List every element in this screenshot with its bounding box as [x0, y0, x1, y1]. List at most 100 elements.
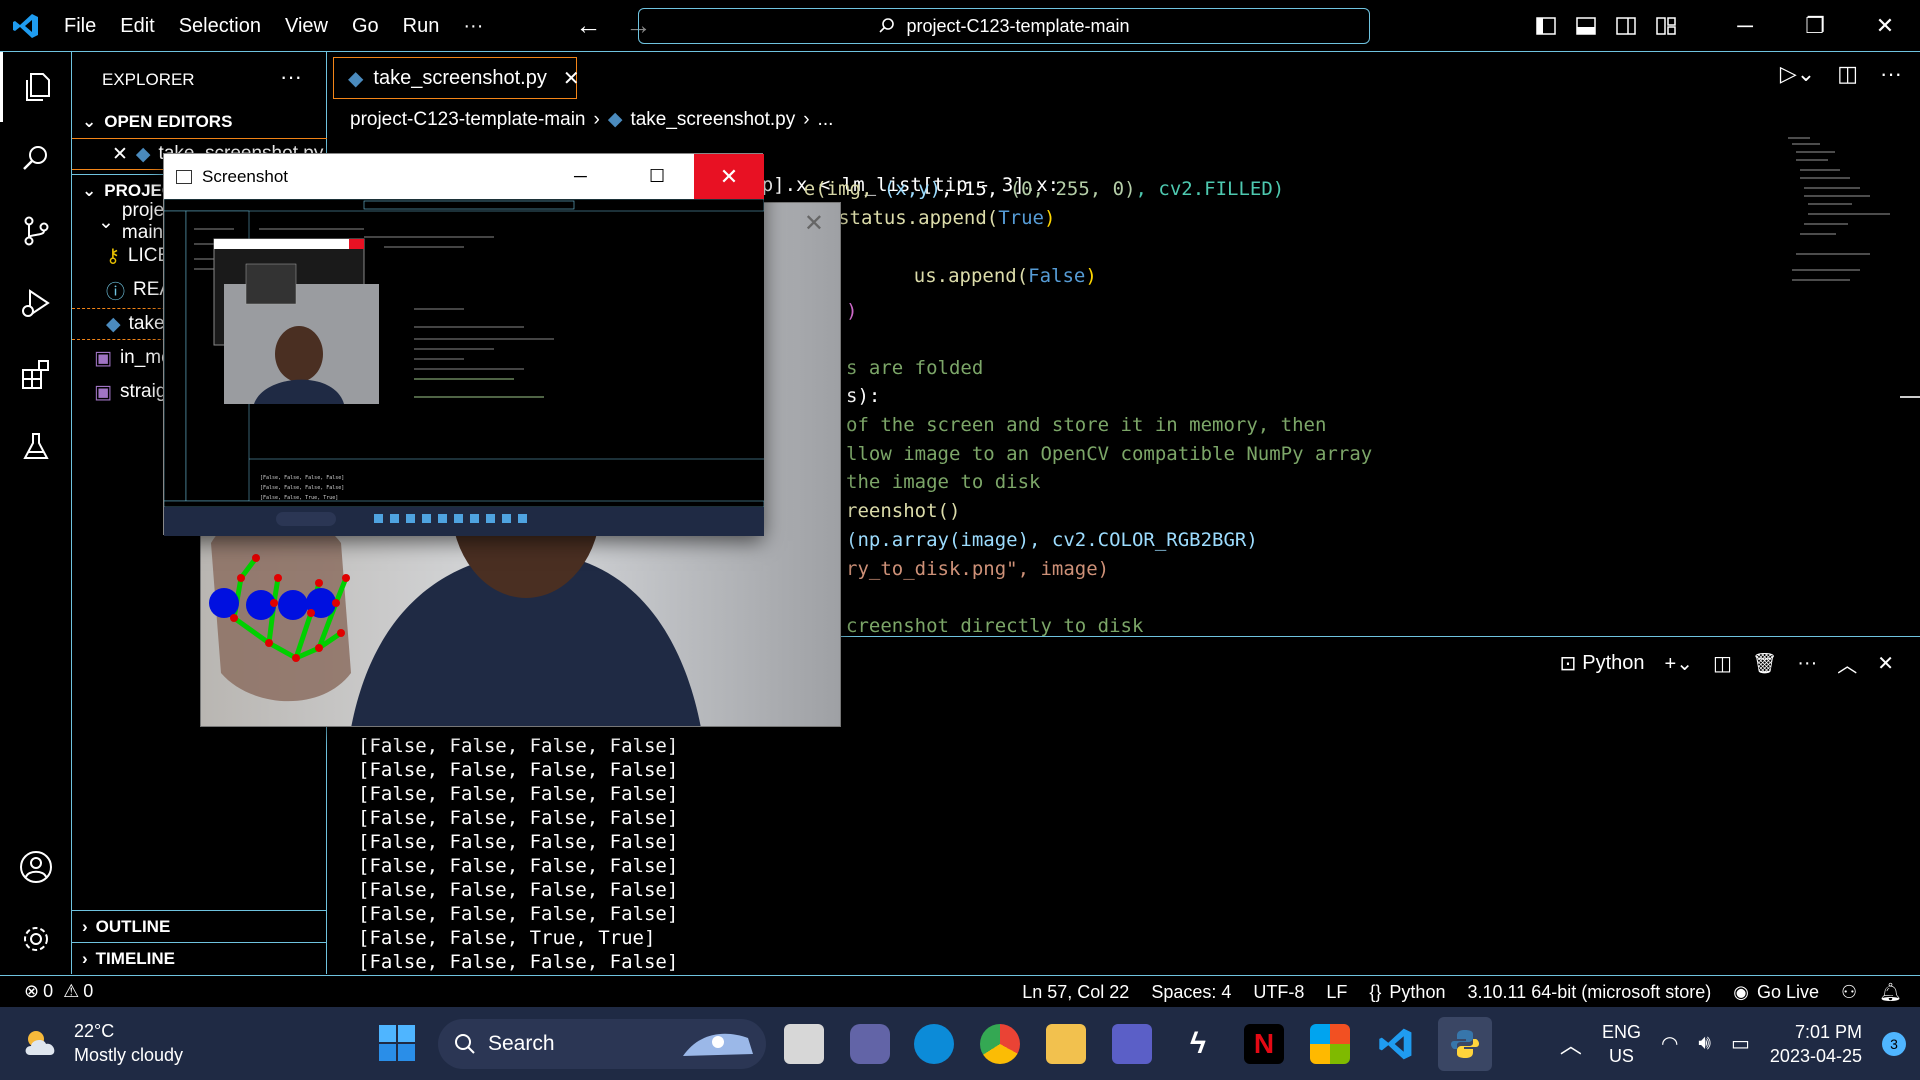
outline-label: OUTLINE: [95, 916, 171, 936]
taskbar-search[interactable]: Search: [438, 1019, 766, 1069]
language-mode[interactable]: Python: [1389, 982, 1445, 1003]
language-code: ENG: [1601, 1021, 1641, 1042]
scrollbar-indicator[interactable]: [1900, 396, 1920, 398]
minimize-icon[interactable]: ─: [1710, 0, 1780, 52]
toggle-secondary-sidebar-icon[interactable]: [1606, 0, 1646, 52]
editor-more-icon[interactable]: ···: [1880, 61, 1902, 87]
settings-gear-icon[interactable]: [0, 904, 72, 974]
command-center-text: project-C123-template-main: [906, 15, 1130, 36]
split-editor-icon[interactable]: ◫: [1837, 61, 1858, 87]
warnings-icon[interactable]: ⚠: [63, 981, 79, 1002]
run-debug-icon[interactable]: [0, 268, 72, 338]
kill-terminal-icon[interactable]: 🗑: [1752, 651, 1777, 676]
notifications-bell-icon[interactable]: 🔔︎: [1879, 982, 1902, 1003]
show-hidden-icons-chevron[interactable]: ︿: [1560, 1028, 1582, 1060]
new-terminal-icon[interactable]: +⌄: [1665, 651, 1693, 676]
region-code: US: [1608, 1045, 1634, 1066]
menu-selection[interactable]: Selection: [167, 0, 273, 52]
customize-layout-icon[interactable]: [1646, 0, 1686, 52]
outline-section[interactable]: › OUTLINE: [72, 910, 327, 942]
file-explorer-icon[interactable]: [1046, 1024, 1086, 1064]
menu-more[interactable]: ···: [451, 0, 495, 52]
go-live-button[interactable]: Go Live: [1757, 982, 1819, 1003]
menu-view[interactable]: View: [273, 0, 340, 52]
terminal-output-line: [False, False, False, False]: [358, 735, 679, 757]
accounts-icon[interactable]: [0, 832, 72, 902]
code-line: creenshot directly to disk: [846, 615, 1144, 636]
breadcrumb-folder[interactable]: project-C123-template-main: [350, 109, 586, 131]
start-button[interactable]: [378, 1024, 416, 1067]
chrome-icon[interactable]: [980, 1024, 1020, 1064]
menu-edit[interactable]: Edit: [108, 0, 166, 52]
python-interpreter[interactable]: 3.10.11 64-bit (microsoft store): [1467, 982, 1711, 1003]
clipchamp-icon[interactable]: [1112, 1024, 1152, 1064]
menu-run[interactable]: Run: [391, 0, 452, 52]
warnings-count[interactable]: 0: [83, 981, 93, 1002]
restore-icon[interactable]: ❐: [1780, 0, 1850, 52]
close-icon[interactable]: ✕: [1850, 0, 1920, 52]
breadcrumb-symbol[interactable]: ...: [818, 109, 834, 131]
minimap[interactable]: [1780, 130, 1900, 310]
microsoft-store-icon[interactable]: [1310, 1024, 1350, 1064]
chevron-right-icon: ›: [82, 948, 88, 968]
menu-file[interactable]: File: [52, 0, 108, 52]
command-center-search[interactable]: project-C123-template-main: [638, 8, 1370, 44]
search-icon: [455, 1034, 475, 1054]
timeline-label: TIMELINE: [95, 948, 176, 968]
notification-badge[interactable]: 3: [1882, 1031, 1906, 1056]
task-view-icon[interactable]: [784, 1024, 824, 1064]
close-tab-icon[interactable]: ✕: [563, 66, 580, 91]
timeline-section[interactable]: › TIMELINE: [72, 942, 327, 974]
menu-go[interactable]: Go: [340, 0, 391, 52]
python-taskbar-icon[interactable]: [1438, 1017, 1492, 1071]
maximize-panel-icon[interactable]: ︿: [1837, 649, 1857, 678]
volume-icon[interactable]: 🔊︎: [1698, 1032, 1711, 1055]
testing-flask-icon[interactable]: [0, 412, 72, 482]
terminal-name[interactable]: Python: [1582, 652, 1644, 675]
close-panel-icon[interactable]: ✕: [1877, 651, 1894, 676]
webcam-close-icon[interactable]: ✕: [804, 209, 824, 238]
terminal-output-line: [False, False, False, False]: [358, 783, 679, 805]
accounts-status-icon[interactable]: ⚇: [1841, 982, 1857, 1003]
cursor-position[interactable]: Ln 57, Col 22: [1022, 982, 1129, 1003]
panel-more-icon[interactable]: ···: [1797, 652, 1817, 675]
source-control-icon[interactable]: [0, 196, 72, 266]
title-bar: File Edit Selection View Go Run ··· ← → …: [0, 0, 1920, 52]
search-icon[interactable]: [0, 124, 72, 194]
terminal-output-line: [False, False, False, False]: [358, 759, 679, 781]
split-terminal-icon[interactable]: ◫: [1713, 651, 1732, 676]
open-editors-section[interactable]: ⌄ OPEN EDITORS: [72, 106, 327, 138]
explorer-icon[interactable]: [0, 52, 72, 122]
toggle-sidebar-icon[interactable]: [1526, 0, 1566, 52]
toggle-panel-icon[interactable]: [1566, 0, 1606, 52]
screenshot-close-icon[interactable]: ✕: [694, 154, 764, 199]
open-editors-label: OPEN EDITORS: [104, 112, 233, 131]
explorer-more-button[interactable]: ···: [280, 64, 302, 90]
run-python-file-icon[interactable]: ▷⌄: [1780, 61, 1815, 87]
edge-browser-icon[interactable]: [914, 1024, 954, 1064]
chevron-right-icon: ›: [593, 108, 600, 130]
encoding[interactable]: UTF-8: [1253, 982, 1304, 1003]
netflix-icon[interactable]: N: [1244, 1024, 1284, 1064]
close-editor-icon[interactable]: ✕: [112, 143, 128, 166]
wifi-icon[interactable]: ◠: [1661, 1031, 1678, 1056]
svg-text:[False, False, False, False]: [False, False, False, False]: [260, 475, 344, 481]
back-arrow-icon[interactable]: ←: [575, 10, 601, 41]
screenshot-window[interactable]: Screenshot ─ ☐ ✕ [False, False, False, F…: [163, 153, 764, 536]
language-indicator[interactable]: ENG US: [1602, 1020, 1641, 1068]
vscode-taskbar-icon[interactable]: [1376, 1024, 1416, 1064]
weather-widget[interactable]: 22°C Mostly cloudy: [22, 1019, 183, 1067]
breadcrumb-file[interactable]: take_screenshot.py: [630, 109, 795, 131]
screenshot-maximize-icon[interactable]: ☐: [649, 166, 665, 187]
errors-count[interactable]: 0: [43, 981, 53, 1002]
battery-icon[interactable]: ▭: [1731, 1031, 1750, 1056]
clock[interactable]: 7:01 PM 2023-04-25: [1770, 1020, 1862, 1068]
lightning-app-icon[interactable]: ϟ: [1178, 1024, 1218, 1064]
end-of-line[interactable]: LF: [1326, 982, 1347, 1003]
indentation[interactable]: Spaces: 4: [1151, 982, 1231, 1003]
extensions-icon[interactable]: [0, 340, 72, 410]
tab-take-screenshot[interactable]: ◆ take_screenshot.py ✕: [333, 57, 580, 99]
errors-icon[interactable]: ⊗: [24, 981, 39, 1002]
teams-chat-icon[interactable]: [850, 1024, 890, 1064]
screenshot-minimize-icon[interactable]: ─: [574, 166, 587, 187]
